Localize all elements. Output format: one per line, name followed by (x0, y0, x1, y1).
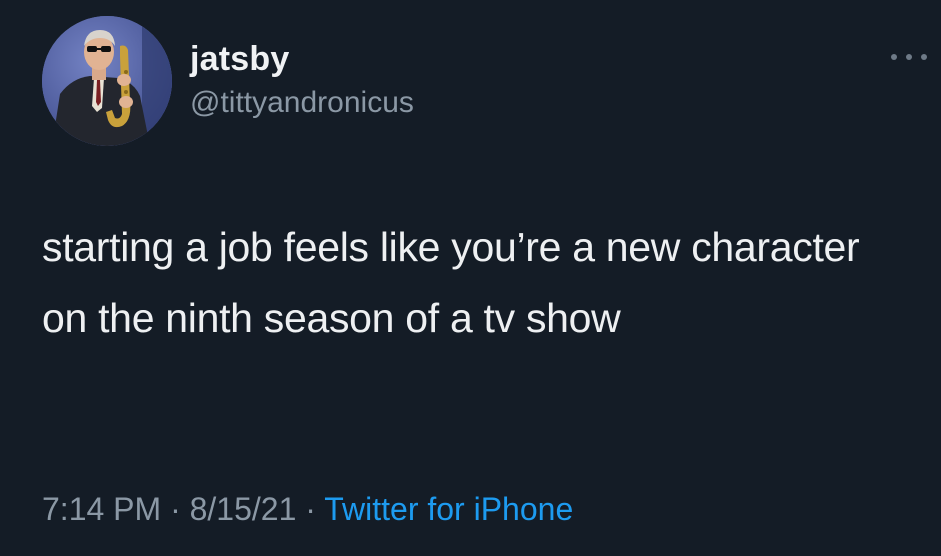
tweet-date[interactable]: 8/15/21 (190, 491, 297, 527)
tweet-meta: 7:14 PM · 8/15/21 · Twitter for iPhone (42, 491, 573, 528)
display-name[interactable]: jatsby (190, 40, 289, 79)
meta-separator: · (161, 491, 190, 527)
avatar-saxophone-player-icon (42, 16, 172, 146)
more-dot (891, 54, 897, 60)
tweet-card: jatsby @tittyandronicus starting a job f… (0, 0, 941, 556)
user-handle[interactable]: @tittyandronicus (190, 86, 414, 120)
more-horizontal-icon[interactable] (891, 50, 927, 64)
more-dot (921, 54, 927, 60)
more-dot (906, 54, 912, 60)
tweet-time[interactable]: 7:14 PM (42, 491, 161, 527)
tweet-source-link[interactable]: Twitter for iPhone (324, 491, 573, 527)
tweet-text: starting a job feels like you’re a new c… (42, 224, 860, 341)
avatar[interactable] (42, 16, 172, 146)
meta-separator: · (296, 491, 325, 527)
